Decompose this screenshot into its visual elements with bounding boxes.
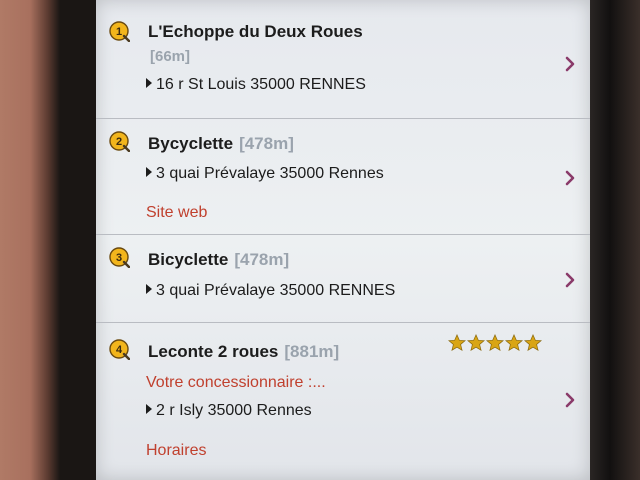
chevron-right-icon[interactable] — [564, 170, 576, 186]
result-name-text: Bycyclette — [148, 134, 234, 153]
result-tagline: Votre concessionnaire :... — [146, 374, 326, 391]
result-distance: [478m] — [234, 250, 290, 269]
photo-scene: 1 L'Echoppe du Deux Roues [66m] 16 r St … — [0, 0, 640, 480]
result-name: L'Echoppe du Deux Roues — [148, 22, 363, 42]
chevron-right-icon[interactable] — [564, 56, 576, 72]
result-name: Leconte 2 roues [881m] — [148, 342, 339, 362]
result-name: Bicyclette [478m] — [148, 250, 289, 270]
triangle-bullet-icon — [146, 284, 152, 294]
numbered-map-pin-icon: 1 — [109, 21, 130, 42]
result-address-text: 16 r St Louis 35000 RENNES — [156, 76, 366, 93]
pin-number: 2 — [116, 136, 122, 148]
star-icon — [448, 334, 466, 351]
numbered-map-pin-icon: 2 — [109, 131, 130, 152]
star-icon — [524, 334, 542, 351]
pin-number: 1 — [116, 26, 122, 38]
result-distance: [478m] — [239, 134, 294, 153]
star-icon — [467, 334, 485, 351]
result-name-text: Leconte 2 roues — [148, 342, 279, 361]
numbered-map-pin-icon: 3 — [109, 247, 130, 268]
pin-number: 4 — [116, 344, 123, 356]
result-distance: [66m] — [150, 48, 191, 65]
result-address: 16 r St Louis 35000 RENNES — [146, 76, 366, 94]
result-item-4[interactable]: 4 Leconte 2 roues [881m] Votre concession… — [96, 322, 590, 480]
chevron-right-icon[interactable] — [564, 272, 576, 288]
result-address: 2 r Isly 35000 Rennes — [146, 402, 312, 420]
result-name: Bycyclette [478m] — [148, 134, 294, 154]
opening-hours-link[interactable]: Horaires — [146, 442, 206, 460]
result-address-text: 3 quai Prévalaye 35000 RENNES — [156, 282, 396, 299]
result-item-2[interactable]: 2 Bycyclette [478m] 3 quai Prévalaye 3500… — [96, 118, 590, 235]
triangle-bullet-icon — [146, 404, 152, 414]
numbered-map-pin-icon: 4 — [109, 339, 130, 360]
chevron-right-icon[interactable] — [564, 392, 576, 408]
result-address: 3 quai Prévalaye 35000 Rennes — [146, 165, 384, 183]
result-address: 3 quai Prévalaye 35000 RENNES — [146, 282, 395, 300]
result-name-text: Bicyclette — [148, 250, 229, 269]
star-icon — [505, 334, 523, 351]
pin-number: 3 — [116, 252, 122, 264]
star-icon — [486, 334, 504, 351]
star-rating — [448, 334, 543, 357]
result-distance: [881m] — [284, 342, 340, 361]
result-address-text: 3 quai Prévalaye 35000 Rennes — [156, 165, 384, 182]
website-link[interactable]: Site web — [146, 204, 207, 222]
result-item-3[interactable]: 3 Bicyclette [478m] 3 quai Prévalaye 3500… — [96, 234, 590, 323]
result-name-text: L'Echoppe du Deux Roues — [148, 22, 363, 41]
result-item-1[interactable]: 1 L'Echoppe du Deux Roues [66m] 16 r St … — [96, 0, 590, 119]
results-list: 1 L'Echoppe du Deux Roues [66m] 16 r St … — [96, 0, 590, 480]
phone-bezel — [590, 0, 640, 480]
result-address-text: 2 r Isly 35000 Rennes — [156, 402, 312, 419]
triangle-bullet-icon — [146, 78, 152, 88]
triangle-bullet-icon — [146, 167, 152, 177]
